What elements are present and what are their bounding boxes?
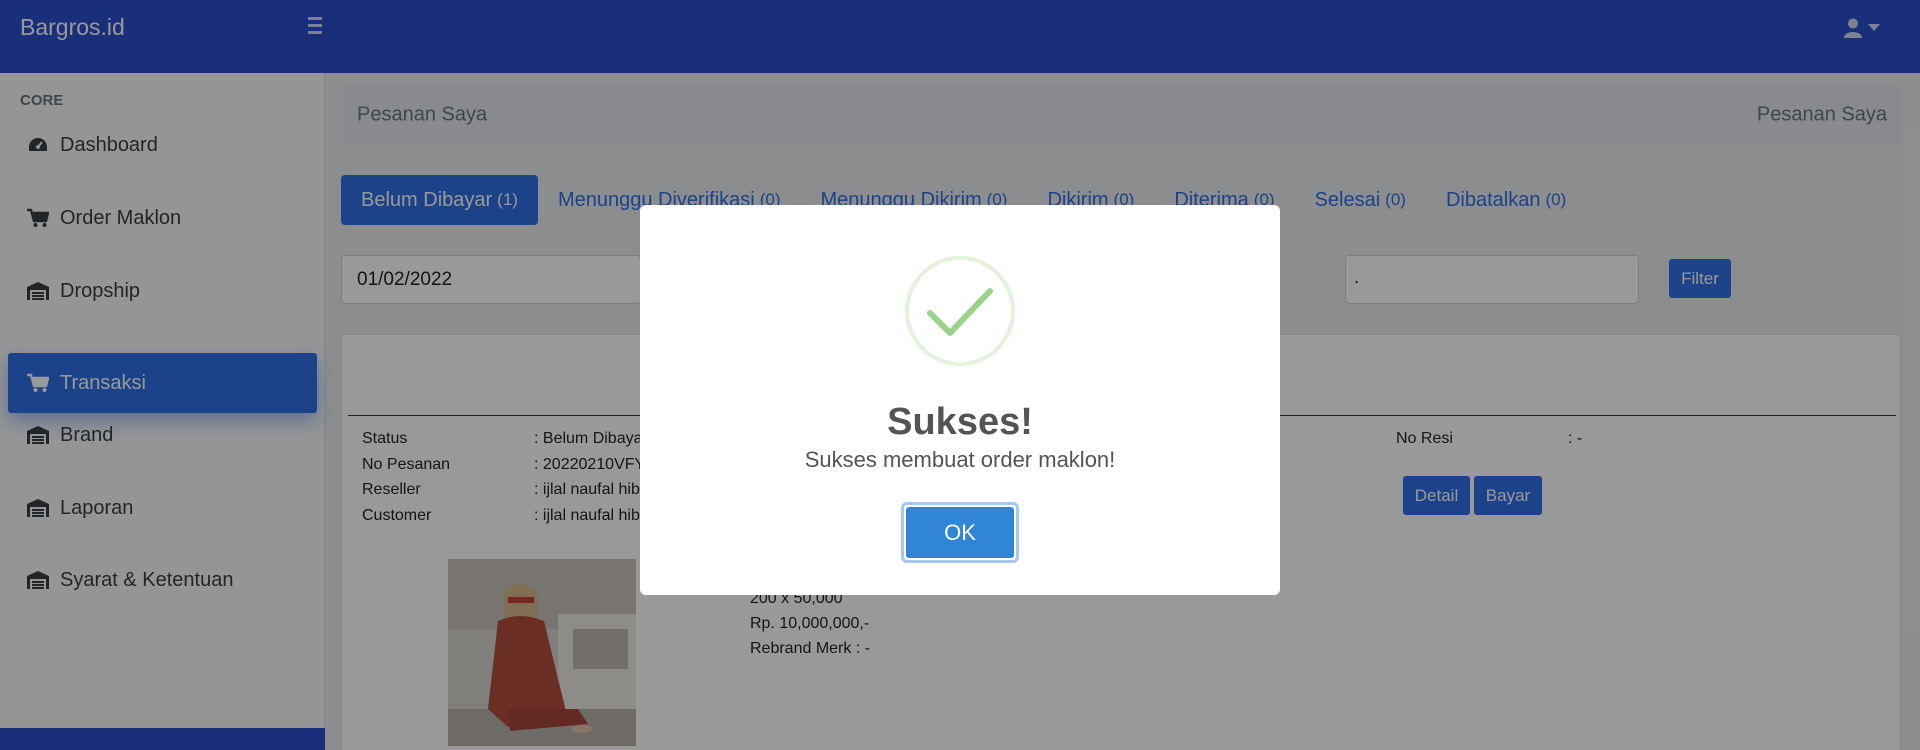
ok-button-label: OK (906, 507, 1014, 558)
ok-button[interactable]: OK (901, 502, 1019, 563)
check-circle-icon (904, 255, 1016, 367)
success-dialog: Sukses! Sukses membuat order maklon! OK (640, 205, 1280, 595)
dialog-title: Sukses! (887, 401, 1033, 443)
dialog-message: Sukses membuat order maklon! (804, 447, 1116, 472)
